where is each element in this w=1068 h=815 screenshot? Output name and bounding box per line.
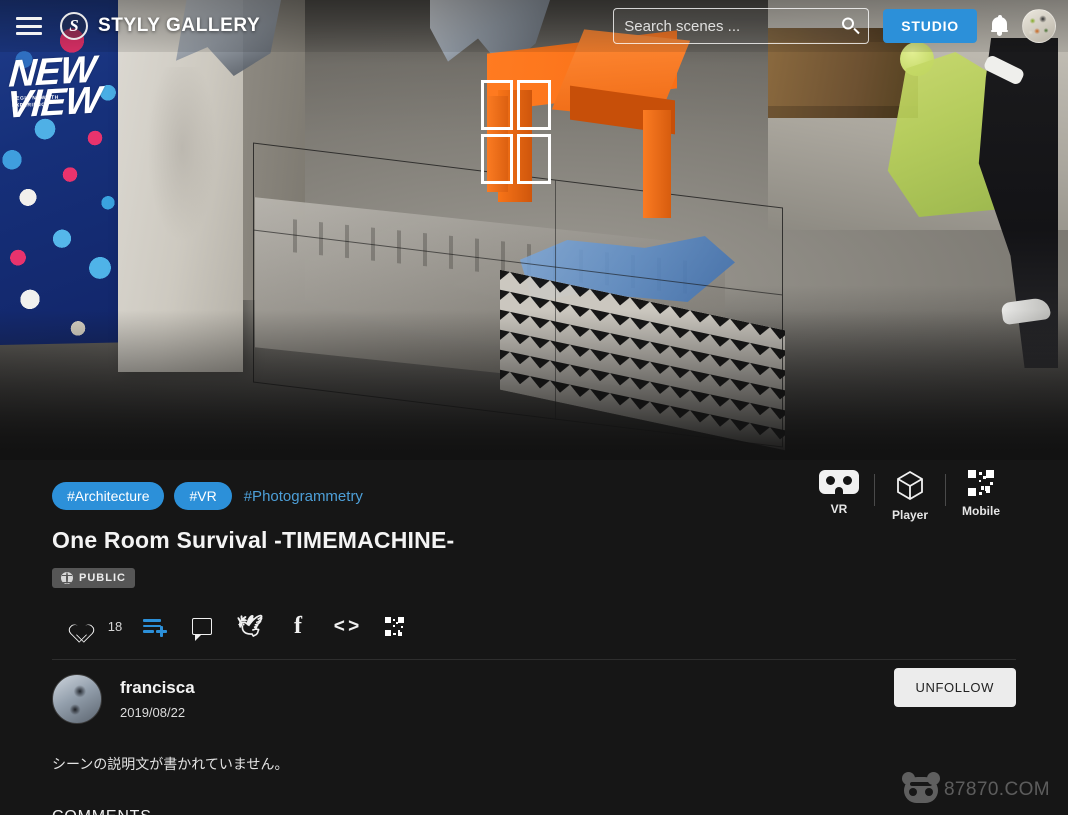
- brand-name-label: STYLY GALLERY: [98, 15, 261, 36]
- hero-white-logo-panel: [481, 80, 553, 190]
- device-launch-group: VR Player Mobile: [804, 470, 1016, 522]
- share-facebook-button[interactable]: f: [274, 611, 322, 641]
- qr-share-button[interactable]: [370, 611, 418, 641]
- page-title: One Room Survival -TIMEMACHINE-: [52, 527, 455, 553]
- user-avatar[interactable]: [1022, 9, 1056, 43]
- device-vr-label: VR: [830, 502, 848, 516]
- search-input[interactable]: [614, 17, 869, 35]
- tag-architecture[interactable]: #Architecture: [52, 482, 165, 510]
- like-count: 18: [107, 618, 123, 634]
- comment-bubble-icon: [192, 617, 212, 641]
- comments-heading: COMMENTS: [52, 808, 1016, 815]
- device-player[interactable]: Player: [875, 470, 945, 522]
- device-mobile-label: Mobile: [962, 504, 1000, 518]
- tag-vr[interactable]: #VR: [174, 482, 232, 510]
- qr-code-icon: [384, 616, 404, 636]
- studio-button[interactable]: STUDIO: [883, 9, 977, 43]
- tag-photogrammetry[interactable]: #Photogrammetry: [244, 488, 363, 505]
- publish-date: 2019/08/22: [120, 705, 186, 720]
- comment-button[interactable]: [178, 611, 226, 641]
- poster-title: NEW VIEW: [5, 49, 115, 127]
- top-navigation-bar: S STYLY GALLERY STUDIO: [0, 0, 1068, 52]
- hamburger-menu-icon[interactable]: [16, 17, 42, 35]
- add-to-playlist-button[interactable]: [130, 611, 178, 641]
- embed-code-button[interactable]: < >: [322, 611, 370, 641]
- like-button[interactable]: [52, 611, 100, 641]
- brand-logo[interactable]: S STYLY GALLERY: [60, 12, 260, 40]
- action-bar: 18 🕊 f < >: [52, 611, 1016, 641]
- author-name[interactable]: francisca: [120, 678, 195, 698]
- facebook-icon: f: [294, 613, 302, 639]
- device-player-label: Player: [891, 508, 929, 522]
- qr-code-icon: [968, 470, 994, 496]
- styly-s-icon: S: [60, 12, 88, 40]
- search-box[interactable]: [613, 8, 870, 44]
- cube-icon: [896, 470, 924, 500]
- hero-bottom-fade: [0, 310, 1068, 460]
- visibility-label: PUBLIC: [79, 572, 126, 584]
- search-icon[interactable]: [842, 17, 861, 35]
- scene-hero-image[interactable]: NEW VIEW BEGIN NOW 5TH EXPERIENCE: [0, 0, 1068, 460]
- bell-icon[interactable]: [991, 15, 1008, 36]
- code-embed-icon: < >: [333, 615, 360, 637]
- heart-icon: [66, 617, 86, 635]
- share-twitter-button[interactable]: 🕊: [226, 611, 274, 641]
- unfollow-button[interactable]: UNFOLLOW: [893, 668, 1016, 707]
- author-avatar[interactable]: [52, 674, 102, 724]
- twitter-icon: 🕊: [236, 614, 264, 638]
- vr-goggles-icon: [819, 470, 859, 494]
- scene-details: VR Player Mobile #Architecture #VR #Phot…: [0, 460, 1068, 815]
- styly-gallery-page: NEW VIEW BEGIN NOW 5TH EXPERIENCE S STYL…: [0, 0, 1068, 815]
- author-meta: francisca 2019/08/22: [120, 678, 195, 720]
- poster-subtitle: BEGIN NOW 5TH EXPERIENCE: [12, 94, 59, 109]
- playlist-add-icon: [143, 617, 167, 637]
- visibility-badge: PUBLIC: [52, 568, 135, 588]
- hero-orange-leg-right: [643, 110, 671, 218]
- globe-icon: [61, 572, 73, 584]
- scene-description: シーンの説明文が書かれていません。: [52, 757, 289, 773]
- nav-right-group: STUDIO: [613, 8, 1068, 44]
- device-vr[interactable]: VR: [804, 470, 874, 522]
- device-mobile[interactable]: Mobile: [946, 470, 1016, 522]
- author-section: francisca 2019/08/22 UNFOLLOW: [52, 660, 1016, 724]
